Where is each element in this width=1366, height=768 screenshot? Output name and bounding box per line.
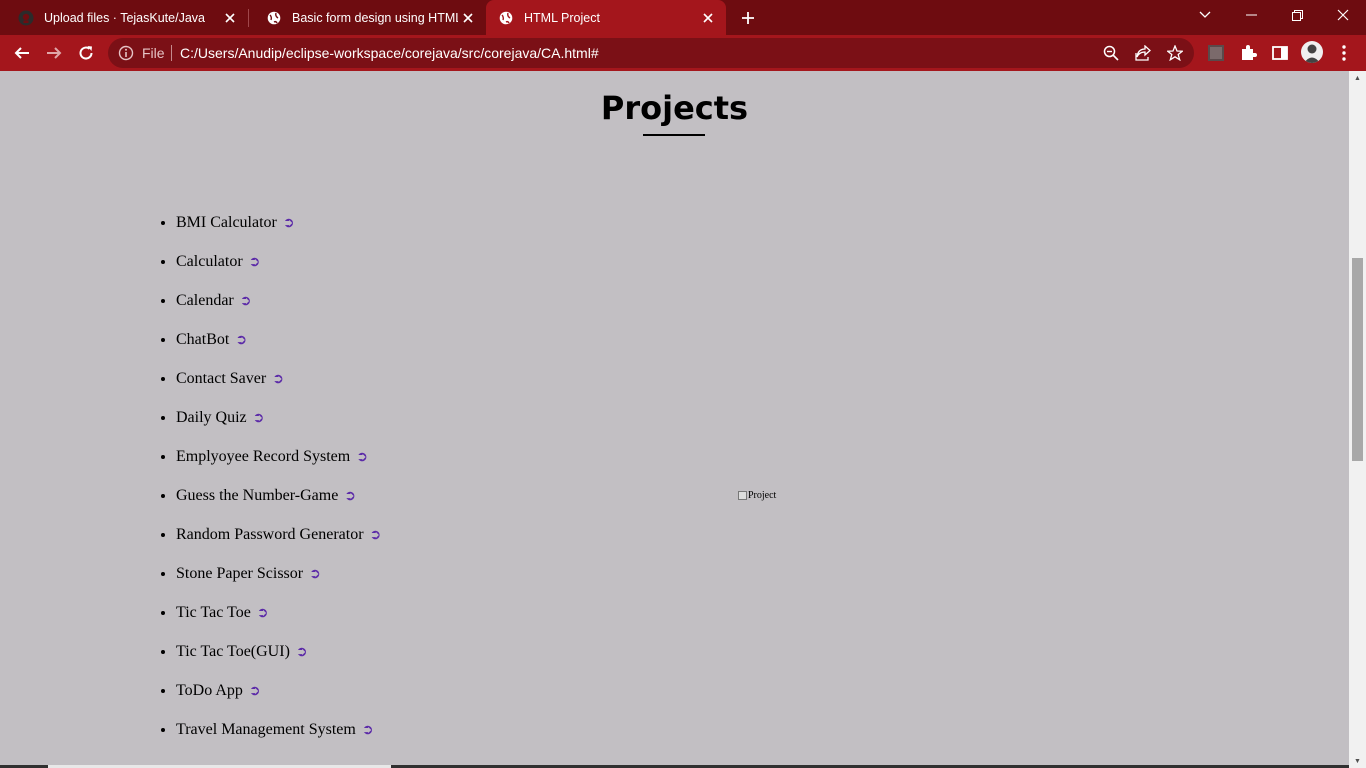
project-link-arrow-icon[interactable]: ➲ xyxy=(235,333,247,348)
project-name: Travel Management System xyxy=(176,721,356,738)
project-link-arrow-icon[interactable]: ➲ xyxy=(344,489,356,504)
project-link-arrow-icon[interactable]: ➲ xyxy=(296,645,308,660)
menu-kebab-icon[interactable] xyxy=(1334,43,1354,63)
project-name: Tic Tac Toe xyxy=(176,604,251,621)
tab-upload-files[interactable]: Upload files · TejasKute/Java xyxy=(0,0,248,35)
list-item: Contact Saver ➲ xyxy=(176,366,381,405)
project-list: BMI Calculator➲Calculator➲Calendar➲ChatB… xyxy=(176,210,381,756)
title-underline xyxy=(643,134,705,136)
list-item: ToDo App ➲ xyxy=(176,678,381,717)
list-item: Random Password Generator ➲ xyxy=(176,522,381,561)
project-name: ChatBot xyxy=(176,331,230,348)
address-divider xyxy=(171,45,172,61)
new-tab-button[interactable] xyxy=(736,6,760,30)
url-text[interactable]: C:/Users/Anudip/eclipse-workspace/coreja… xyxy=(180,45,599,61)
list-item: Travel Management System ➲ xyxy=(176,717,381,756)
scroll-up-arrow-icon[interactable]: ▲ xyxy=(1349,71,1366,85)
project-name: BMI Calculator xyxy=(176,214,277,231)
project-name: Stone Paper Scissor xyxy=(176,565,304,582)
scrollbar-thumb[interactable] xyxy=(1352,258,1363,461)
list-item: ChatBot ➲ xyxy=(176,327,381,366)
restore-icon xyxy=(1291,9,1303,21)
profile-avatar[interactable] xyxy=(1301,41,1323,63)
close-tab-icon[interactable] xyxy=(220,8,240,28)
project-name: Daily Quiz xyxy=(176,409,247,426)
extensions-puzzle-icon[interactable] xyxy=(1238,43,1258,63)
close-icon xyxy=(1337,9,1349,21)
tab-title: Basic form design using HTML xyxy=(292,10,458,25)
list-item: Stone Paper Scissor ➲ xyxy=(176,561,381,600)
scroll-down-arrow-icon[interactable]: ▼ xyxy=(1349,754,1366,768)
close-tab-icon[interactable] xyxy=(458,8,478,28)
project-link-arrow-icon[interactable]: ➲ xyxy=(240,294,252,309)
tab-basic-form[interactable]: Basic form design using HTML xyxy=(248,0,486,35)
project-name: ToDo App xyxy=(176,682,243,699)
list-item: Daily Quiz ➲ xyxy=(176,405,381,444)
project-link-arrow-icon[interactable]: ➲ xyxy=(253,411,265,426)
globe-icon xyxy=(266,10,282,26)
project-link-arrow-icon[interactable]: ➲ xyxy=(272,372,284,387)
globe-icon xyxy=(498,10,514,26)
project-name: Contact Saver xyxy=(176,370,267,387)
close-window-button[interactable] xyxy=(1320,0,1366,30)
browser-toolbar: File C:/Users/Anudip/eclipse-workspace/c… xyxy=(0,35,1366,71)
zoom-icon[interactable] xyxy=(1102,44,1120,62)
arrow-left-icon xyxy=(14,47,29,59)
tab-strip: Upload files · TejasKute/Java Basic form… xyxy=(0,0,1366,35)
github-icon xyxy=(18,10,34,26)
project-name: Calculator xyxy=(176,253,243,270)
scheme-label: File xyxy=(142,45,165,61)
project-link-arrow-icon[interactable]: ➲ xyxy=(356,450,368,465)
project-link-arrow-icon[interactable]: ➲ xyxy=(309,567,321,582)
page-title: Projects xyxy=(600,89,749,127)
share-icon[interactable] xyxy=(1134,44,1152,62)
side-panel-icon[interactable] xyxy=(1270,43,1290,63)
reload-button[interactable] xyxy=(72,39,100,67)
project-link-arrow-icon[interactable]: ➲ xyxy=(370,528,382,543)
minimize-button[interactable] xyxy=(1228,0,1274,30)
bookmark-star-icon[interactable] xyxy=(1166,44,1184,62)
list-item: BMI Calculator ➲ xyxy=(176,210,381,249)
chevron-down-icon xyxy=(1199,11,1211,18)
close-tab-icon[interactable] xyxy=(698,8,718,28)
arrow-right-icon xyxy=(47,47,62,59)
list-item: Tic Tac Toe ➲ xyxy=(176,600,381,639)
forward-button[interactable] xyxy=(40,39,68,67)
project-link-arrow-icon[interactable]: ➲ xyxy=(283,216,295,231)
image-alt-text: Project xyxy=(748,490,777,501)
broken-image-icon xyxy=(738,491,747,500)
project-name: Emplyoyee Record System xyxy=(176,448,351,465)
vertical-scrollbar[interactable]: ▲ ▼ xyxy=(1349,71,1366,768)
project-image: Project xyxy=(738,490,776,501)
project-link-arrow-icon[interactable]: ➲ xyxy=(249,255,261,270)
project-name: Guess the Number-Game xyxy=(176,487,339,504)
tab-html-project[interactable]: HTML Project xyxy=(486,0,726,35)
list-item: Emplyoyee Record System ➲ xyxy=(176,444,381,483)
reload-icon xyxy=(79,46,93,60)
tab-title: Upload files · TejasKute/Java xyxy=(44,10,205,25)
tab-title: HTML Project xyxy=(524,10,600,25)
list-item: Calculator ➲ xyxy=(176,249,381,288)
address-bar[interactable]: File C:/Users/Anudip/eclipse-workspace/c… xyxy=(108,38,1194,68)
list-item: Calendar ➲ xyxy=(176,288,381,327)
list-item: Guess the Number-Game ➲ xyxy=(176,483,381,522)
extension-tile-icon[interactable] xyxy=(1206,43,1226,63)
tab-search-button[interactable] xyxy=(1182,0,1228,30)
list-item: Tic Tac Toe(GUI) ➲ xyxy=(176,639,381,678)
project-name: Random Password Generator xyxy=(176,526,364,543)
page-viewport: Projects BMI Calculator➲Calculator➲Calen… xyxy=(5,71,1344,768)
project-link-arrow-icon[interactable]: ➲ xyxy=(362,723,374,738)
project-link-arrow-icon[interactable]: ➲ xyxy=(257,606,269,621)
project-link-arrow-icon[interactable]: ➲ xyxy=(249,684,261,699)
restore-button[interactable] xyxy=(1274,0,1320,30)
back-button[interactable] xyxy=(8,39,36,67)
project-name: Tic Tac Toe(GUI) xyxy=(176,643,290,660)
project-name: Calendar xyxy=(176,292,234,309)
minimize-icon xyxy=(1245,14,1257,16)
info-icon[interactable] xyxy=(118,45,134,61)
plus-icon xyxy=(742,12,754,24)
